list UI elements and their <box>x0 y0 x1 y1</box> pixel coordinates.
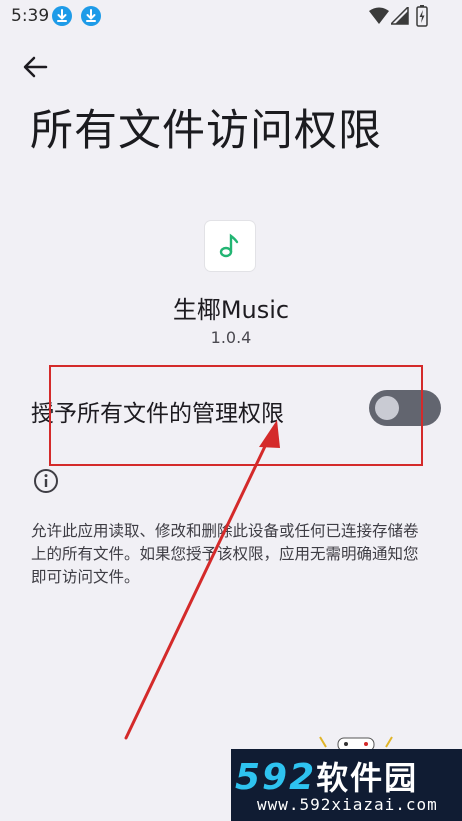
annotation-arrow <box>124 420 280 740</box>
watermark-logo-text: 软件园 <box>316 759 419 797</box>
watermark-logo-digits: 592 <box>235 757 317 798</box>
watermark: 592软件园 www.592xiazai.com <box>231 749 462 821</box>
watermark-logo: 592软件园 <box>235 753 418 799</box>
watermark-url: www.592xiazai.com <box>257 795 438 814</box>
